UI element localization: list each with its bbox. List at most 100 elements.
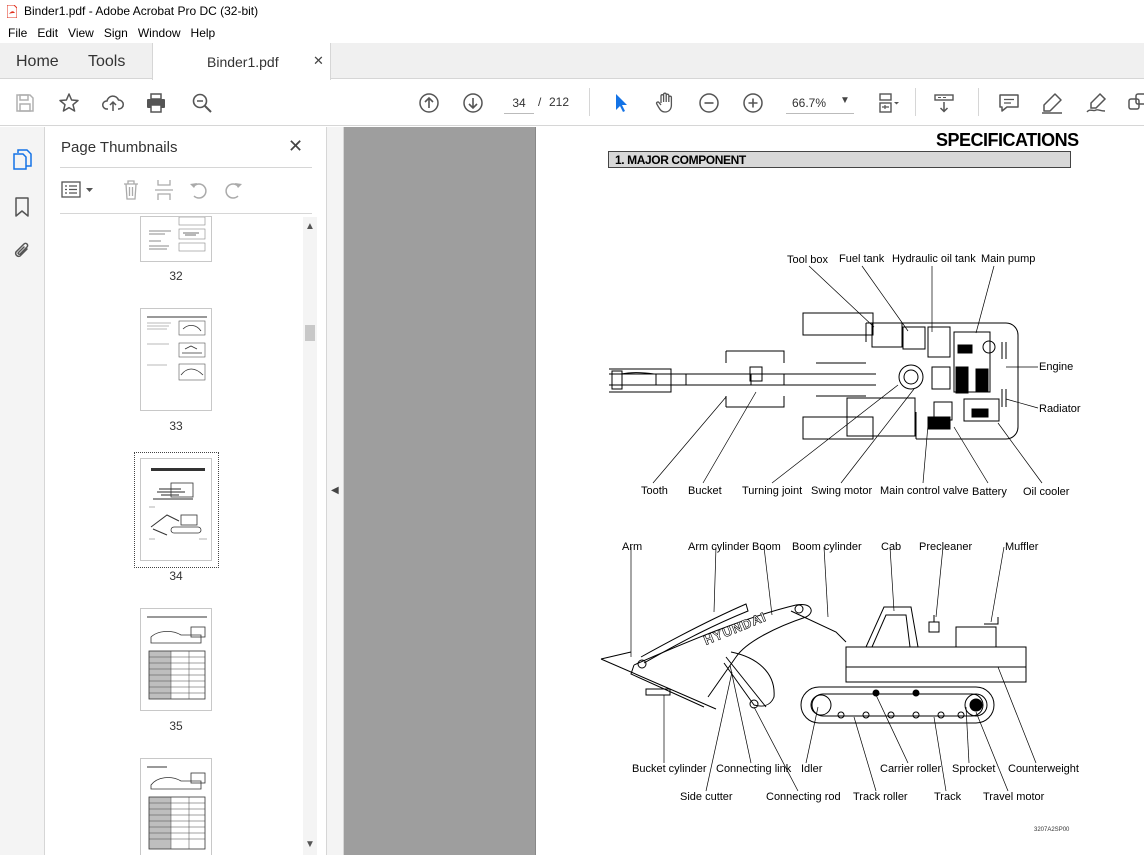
upload-cloud-icon[interactable]	[101, 91, 125, 115]
label-track: Track	[934, 791, 962, 803]
zoom-out-icon[interactable]	[697, 91, 721, 115]
page-thumbnail-35[interactable]	[140, 608, 212, 711]
zoom-in-icon[interactable]	[741, 91, 765, 115]
label-oil-cooler: Oil cooler	[1023, 486, 1070, 498]
thumbnail-list: 32 33 34 35	[57, 216, 315, 855]
label-boom: Boom	[752, 541, 781, 553]
label-tool-box: Tool box	[787, 254, 828, 266]
thumbnail-preview	[147, 316, 207, 381]
hand-tool-icon[interactable]	[653, 91, 677, 115]
rotate-right-icon[interactable]	[222, 179, 244, 201]
menu-bar: File Edit View Sign Window Help	[0, 22, 1144, 43]
page-split-icon[interactable]	[154, 179, 174, 201]
select-cursor-icon[interactable]	[609, 91, 633, 115]
delete-trash-icon[interactable]	[121, 179, 141, 201]
menu-view[interactable]: View	[63, 26, 99, 40]
scrolling-mode-icon[interactable]	[932, 91, 956, 115]
page-thumbnail-33[interactable]	[140, 308, 212, 411]
page-separator: /	[538, 95, 542, 109]
left-navigation-rail	[0, 127, 45, 855]
thumbnail-preview	[147, 616, 207, 700]
tab-tools[interactable]: Tools	[88, 53, 125, 71]
label-engine: Engine	[1039, 361, 1073, 373]
panel-splitter[interactable]: ◀	[327, 127, 344, 855]
main-toolbar: / 212 66.7% ▼	[0, 80, 1144, 126]
share-link-icon[interactable]	[1126, 91, 1144, 115]
page-thumbnail-32[interactable]	[140, 216, 212, 262]
thumbnail-label-35: 35	[169, 719, 183, 733]
save-icon[interactable]	[13, 91, 37, 115]
scroll-up-icon[interactable]: ▲	[305, 221, 315, 232]
top-view-drawing	[609, 312, 1019, 440]
label-arm: Arm	[622, 541, 642, 553]
next-page-icon[interactable]	[461, 91, 485, 115]
attachments-paperclip-icon[interactable]	[11, 239, 33, 263]
excavator-component-diagram: HYUNDAI Tool box Fuel tank Hydraulic oil…	[600, 253, 1081, 803]
document-tab-label: Binder1.pdf	[207, 54, 279, 70]
comment-icon[interactable]	[997, 91, 1021, 115]
brand-lettering: HYUNDAI	[702, 609, 769, 648]
menu-file[interactable]: File	[3, 26, 32, 40]
highlight-pen-icon[interactable]	[1040, 91, 1064, 115]
page-number-input[interactable]	[504, 92, 534, 114]
toolbar-divider	[978, 88, 979, 116]
sign-pen-icon[interactable]	[1084, 91, 1108, 115]
label-turning-joint: Turning joint	[742, 485, 802, 497]
toolbar-divider	[915, 88, 916, 116]
zoom-search-icon[interactable]	[190, 91, 214, 115]
thumbnail-toolbar	[57, 177, 312, 207]
collapse-panel-icon[interactable]: ◀	[331, 485, 339, 496]
label-main-control-valve: Main control valve	[880, 485, 969, 497]
label-bucket: Bucket	[688, 485, 722, 497]
label-precleaner: Precleaner	[919, 541, 973, 553]
tab-document[interactable]: Binder1.pdf ✕	[152, 43, 331, 80]
page-thumbnail-36[interactable]	[140, 758, 212, 855]
document-viewer[interactable]: SPECIFICATIONS 1. MAJOR COMPONENT HYUNDA…	[344, 127, 1144, 855]
menu-window[interactable]: Window	[133, 26, 186, 40]
panel-divider	[60, 213, 312, 214]
label-bucket-cylinder: Bucket cylinder	[632, 763, 707, 775]
bookmarks-icon[interactable]	[11, 195, 33, 219]
panel-divider	[60, 167, 312, 168]
label-cab: Cab	[881, 541, 901, 553]
options-menu-icon[interactable]	[61, 181, 97, 199]
menu-sign[interactable]: Sign	[99, 26, 133, 40]
print-icon[interactable]	[144, 91, 168, 115]
previous-page-icon[interactable]	[417, 91, 441, 115]
label-fuel-tank: Fuel tank	[839, 253, 885, 265]
label-travel-motor: Travel motor	[983, 791, 1045, 803]
chevron-down-icon: ▼	[840, 95, 850, 106]
label-counterweight: Counterweight	[1008, 763, 1079, 775]
tab-home[interactable]: Home	[16, 53, 59, 71]
menu-help[interactable]: Help	[186, 26, 221, 40]
zoom-level-select[interactable]: 66.7% ▼	[786, 92, 854, 114]
page-thumbnails-panel: Page Thumbnails ✕ 32 33 34 35	[45, 127, 327, 855]
page-thumbnails-icon[interactable]	[11, 147, 33, 171]
panel-title: Page Thumbnails	[61, 139, 178, 156]
side-view-drawing	[600, 603, 1027, 724]
thumbnail-label-32: 32	[169, 269, 183, 283]
figure-code: 3207A2SP00	[1034, 827, 1070, 833]
fit-page-icon[interactable]	[876, 91, 900, 115]
bookmark-star-icon[interactable]	[57, 91, 81, 115]
scroll-down-icon[interactable]: ▼	[305, 839, 315, 850]
scrollbar-thumb[interactable]	[305, 325, 315, 341]
page-total: 212	[549, 95, 570, 109]
label-sprocket: Sprocket	[952, 763, 995, 775]
close-tab-icon[interactable]: ✕	[313, 53, 324, 69]
menu-edit[interactable]: Edit	[32, 26, 63, 40]
label-carrier-roller: Carrier roller	[880, 763, 941, 775]
title-bar: Binder1.pdf - Adobe Acrobat Pro DC (32-b…	[0, 0, 1144, 22]
acrobat-pdf-icon	[7, 4, 17, 18]
label-radiator: Radiator	[1039, 403, 1081, 415]
zoom-level-value: 66.7%	[792, 96, 827, 110]
thumbnail-scrollbar[interactable]: ▲ ▼	[303, 217, 317, 855]
label-main-pump: Main pump	[981, 253, 1035, 265]
label-arm-cylinder: Arm cylinder	[688, 541, 749, 553]
label-swing-motor: Swing motor	[811, 485, 872, 497]
rotate-left-icon[interactable]	[188, 179, 210, 201]
page-thumbnail-34[interactable]	[140, 458, 212, 561]
window-title: Binder1.pdf - Adobe Acrobat Pro DC (32-b…	[24, 4, 259, 18]
close-panel-icon[interactable]: ✕	[288, 136, 303, 157]
label-side-cutter: Side cutter	[680, 791, 733, 803]
